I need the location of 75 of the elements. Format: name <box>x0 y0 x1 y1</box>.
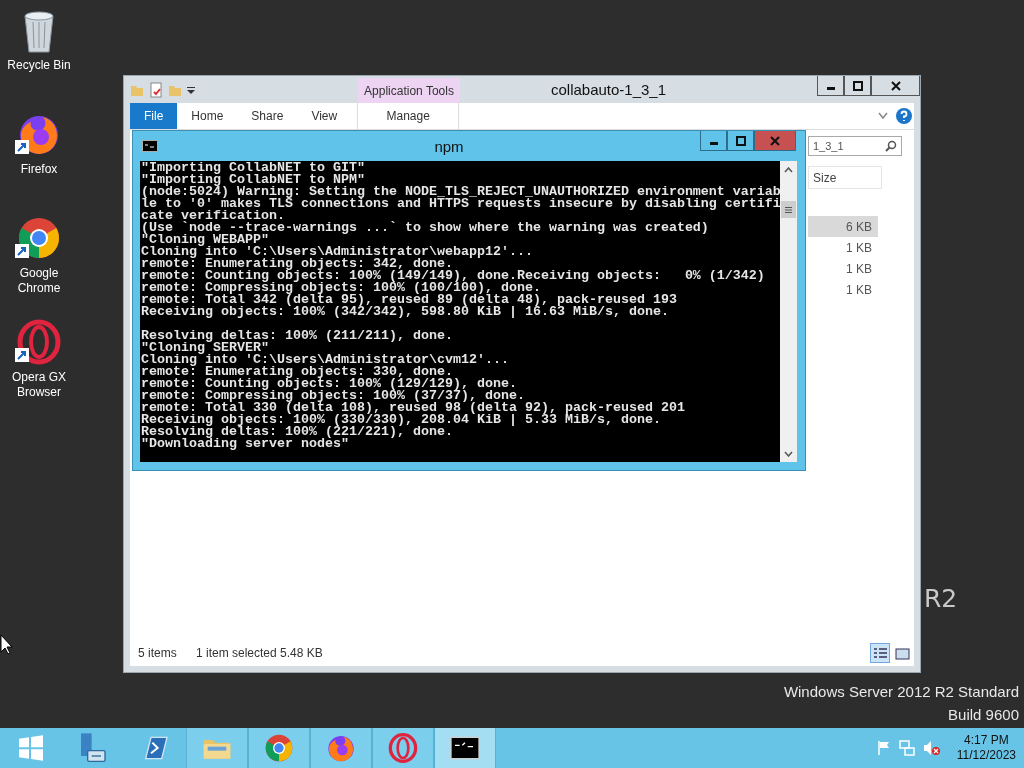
column-header[interactable]: Size <box>808 166 882 189</box>
selection-info: 1 item selected 5.48 KB <box>196 646 323 660</box>
document-check-icon[interactable] <box>149 81 163 98</box>
context-tab-header: Application Tools <box>358 78 460 103</box>
ribbon-tab[interactable]: View <box>297 103 352 129</box>
console-line: remote: Compressing objects: 100% (37/37), done. <box>141 390 525 402</box>
speaker-muted-icon[interactable] <box>922 740 941 756</box>
console-line: "Cloning WEBAPP" <box>141 234 269 246</box>
console-line: Cloning into 'C:\Users\Administrator\webapp12'... <box>141 246 534 258</box>
edition-text: Windows Server 2012 R2 Standard <box>783 683 1019 700</box>
minimize-icon <box>709 142 718 145</box>
console-line: Resolving deltas: 100% (221/221), done. <box>141 426 454 438</box>
search-icon <box>885 140 897 152</box>
chrome-icon <box>263 732 295 764</box>
minimize-button[interactable] <box>700 131 727 151</box>
console-line: "Importing CollabNET to NPM" <box>141 174 366 186</box>
console-line: remote: Counting objects: 100% (149/149), done.Receiving objects: 0% (1/342) <box>141 270 766 282</box>
desktop-shortcut[interactable]: Recycle Bin <box>0 6 78 110</box>
console-line: Cloning into 'C:\Users\Administrator\cvm12'... <box>141 354 510 366</box>
clock[interactable]: 4:17 PM 11/12/2023 <box>956 733 1016 763</box>
console-line: Receiving objects: 100% (330/330), 208.04 KiB | 5.33 MiB/s, done. <box>141 414 662 426</box>
command-prompt-icon <box>142 140 158 152</box>
caret-icon[interactable] <box>187 85 195 94</box>
console-line: remote: Counting objects: 100% (129/129), done. <box>141 378 517 390</box>
close-button[interactable] <box>871 76 920 96</box>
console-line: Receiving objects: 100% (342/342), 598.80 KiB | 16.63 MiB/s, done. <box>141 306 670 318</box>
window-title: npm <box>433 137 465 155</box>
maximize-icon <box>735 135 746 146</box>
desktop-shortcut[interactable]: Firefox <box>0 110 78 214</box>
mouse-cursor-icon <box>0 634 13 655</box>
file-size-cell[interactable]: 6 KB <box>808 216 878 237</box>
desktop-shortcut[interactable]: Google Chrome <box>0 214 78 318</box>
maximize-button[interactable] <box>844 76 871 96</box>
close-icon <box>890 80 901 91</box>
console-line: (Use `node --trace-warnings ...` to show where the warning was created) <box>141 222 710 234</box>
ribbon-tab[interactable]: Share <box>237 103 298 129</box>
window-title: collabauto-1_3_1 <box>549 81 668 98</box>
ribbon-tab[interactable]: Home <box>177 103 238 129</box>
console-line: remote: Enumerating objects: 342, done. <box>141 258 453 270</box>
console-line: (node:5024) Warning: Setting the NODE_TLS_REJECT_UNAUTHORIZED environment variab <box>141 186 780 198</box>
minimize-button[interactable] <box>817 76 844 96</box>
console-line: le to '0' makes TLS connections and HTTPS requests insecure by disabling certifi <box>141 198 780 210</box>
letter-o-ring-icon <box>387 732 419 764</box>
view-button[interactable] <box>870 643 890 663</box>
minimize-icon <box>826 87 835 90</box>
maximize-icon <box>852 80 863 91</box>
desktop-shortcut[interactable]: Opera GX Browser <box>0 318 78 422</box>
maximize-button[interactable] <box>727 131 754 151</box>
edition-text: Build 9600 <box>948 706 1019 723</box>
item-count: 5 items <box>138 646 178 660</box>
file-size-cell[interactable]: 1 KB <box>808 258 878 279</box>
console-line: remote: Total 342 (delta 95), reused 89 (delta 48), pack-reused 193 <box>141 294 678 306</box>
console-line: "Cloning SERVER" <box>141 342 269 354</box>
scroll-up-icon[interactable] <box>784 166 793 173</box>
file-size-cell[interactable]: 1 KB <box>808 279 878 300</box>
help-icon[interactable] <box>896 108 912 124</box>
large-icons-view-icon <box>894 646 910 660</box>
console-line: remote: Compressing objects: 100% (100/100), done. <box>141 282 541 294</box>
console-line: "Downloading server nodes" <box>141 438 349 450</box>
chevron-down-icon[interactable] <box>878 112 888 120</box>
search-field[interactable]: 1_3_1 <box>808 136 902 156</box>
wallpaper-text: R2 <box>924 584 958 613</box>
close-icon <box>770 135 780 146</box>
console-line: "Importing CollabNET to GIT" <box>141 162 366 174</box>
console-line: cate verification. <box>141 210 285 222</box>
console-line: remote: Enumerating objects: 330, done. <box>141 366 453 378</box>
console-line: Resolving deltas: 100% (211/211), done. <box>141 330 454 342</box>
ribbon-tab[interactable]: File <box>130 103 178 129</box>
scroll-thumb-grip-icon[interactable] <box>785 206 792 213</box>
taskbar-button[interactable] <box>434 728 496 768</box>
console-line: remote: Total 330 (delta 108), reused 98 (delta 92), pack-reused 201 <box>141 402 686 414</box>
details-view-icon <box>872 646 888 660</box>
scroll-down-icon[interactable] <box>784 450 793 457</box>
file-size-cell[interactable]: 1 KB <box>808 237 878 258</box>
scrollbar[interactable] <box>780 161 797 462</box>
